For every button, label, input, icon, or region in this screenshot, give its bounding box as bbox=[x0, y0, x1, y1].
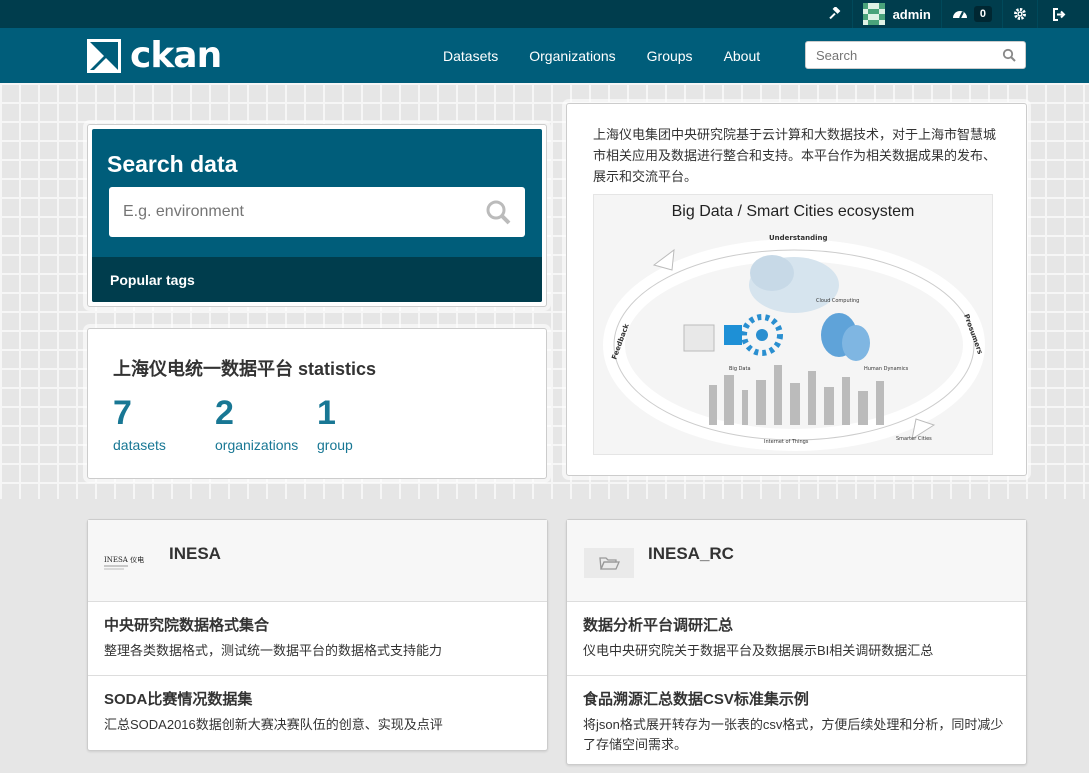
stat-label: datasets bbox=[113, 437, 166, 453]
stats-module: 上海仪电统一数据平台 statistics 7 datasets 2 organ… bbox=[87, 328, 547, 479]
dataset-item[interactable]: 食品溯源汇总数据CSV标准集示例 将json格式展开转存为一张表的csv格式，方… bbox=[567, 676, 1026, 764]
dataset-item[interactable]: SODA比赛情况数据集 汇总SODA2016数据创新大赛决赛队伍的创意、实现及点… bbox=[88, 676, 547, 750]
stat-datasets[interactable]: 7 datasets bbox=[113, 393, 166, 453]
ecosystem-image: Big Data / Smart Cities ecosystem Unders… bbox=[593, 194, 993, 455]
stat-organizations[interactable]: 2 organizations bbox=[215, 393, 298, 453]
dashboard-icon bbox=[952, 11, 967, 19]
logout-link[interactable] bbox=[1037, 0, 1089, 28]
popular-tags-band: Popular tags bbox=[92, 257, 542, 302]
stat-groups[interactable]: 1 group bbox=[317, 393, 353, 453]
dataset-search-input[interactable] bbox=[109, 187, 469, 237]
dataset-description: 整理各类数据格式，测试统一数据平台的数据格式支持能力 bbox=[104, 643, 443, 658]
search-data-module: Search data Popular tags bbox=[87, 124, 547, 307]
ckan-logo-icon bbox=[87, 39, 121, 73]
main-nav: Datasets Organizations Groups About bbox=[443, 28, 791, 83]
sysadmin-link[interactable] bbox=[818, 0, 852, 28]
label-human: Human Dynamics bbox=[864, 366, 909, 372]
header-search bbox=[805, 41, 1026, 69]
stat-value: 1 bbox=[317, 394, 336, 432]
org-card-inesa: INESA 仪电 INESA 中央研究院数据格式集合 整理各类数据格式，测试统一… bbox=[87, 519, 548, 751]
org-name: INESA_RC bbox=[648, 544, 734, 563]
org-logo: INESA 仪电 bbox=[104, 548, 154, 578]
username: admin bbox=[892, 6, 931, 22]
dashboard-count-badge: 0 bbox=[973, 6, 992, 22]
account-bar: admin 0 bbox=[0, 0, 1089, 28]
search-data-title: Search data bbox=[107, 151, 238, 177]
stat-label: organizations bbox=[215, 437, 299, 453]
label-iot: Internet of Things bbox=[764, 439, 809, 445]
logo-text: ckan bbox=[130, 35, 222, 76]
popular-tags-label: Popular tags bbox=[110, 272, 195, 288]
search-icon[interactable] bbox=[485, 199, 511, 225]
nav-organizations[interactable]: Organizations bbox=[529, 48, 615, 64]
label-understanding: Understanding bbox=[769, 234, 828, 242]
label-cloud: Cloud Computing bbox=[816, 298, 859, 304]
org-card-inesa-rc: INESA_RC 数据分析平台调研汇总 仪电中央研究院关于数据平台及数据展示BI… bbox=[566, 519, 1027, 765]
label-bigdata: Big Data bbox=[729, 366, 751, 372]
dataset-title: SODA比赛情况数据集 bbox=[104, 691, 253, 708]
stat-value: 7 bbox=[113, 394, 132, 432]
user-link[interactable]: admin bbox=[851, 0, 941, 28]
nav-about[interactable]: About bbox=[724, 48, 761, 64]
svg-text:INESA 仪电: INESA 仪电 bbox=[104, 555, 144, 564]
stat-value: 2 bbox=[215, 394, 234, 432]
org-header[interactable]: INESA 仪电 INESA bbox=[88, 520, 547, 602]
dataset-item[interactable]: 数据分析平台调研汇总 仪电中央研究院关于数据平台及数据展示BI相关调研数据汇总 bbox=[567, 602, 1026, 676]
dataset-title: 食品溯源汇总数据CSV标准集示例 bbox=[583, 691, 809, 708]
dataset-search bbox=[109, 187, 525, 237]
settings-link[interactable] bbox=[1002, 0, 1037, 28]
dashboard-link[interactable]: 0 bbox=[940, 0, 1002, 28]
org-placeholder-image bbox=[584, 548, 634, 578]
org-header[interactable]: INESA_RC bbox=[567, 520, 1026, 602]
header-search-input[interactable] bbox=[806, 42, 996, 68]
gavel-icon bbox=[828, 7, 840, 20]
intro-module: 上海仪电集团中央研究院基于云计算和大数据技术，对于上海市智慧城市相关应用及数据进… bbox=[566, 103, 1027, 476]
nav-groups[interactable]: Groups bbox=[647, 48, 693, 64]
avatar bbox=[862, 3, 885, 25]
nav-datasets[interactable]: Datasets bbox=[443, 48, 498, 64]
gear-icon bbox=[1014, 8, 1026, 20]
dataset-title: 数据分析平台调研汇总 bbox=[583, 617, 734, 634]
masthead: ckan Datasets Organizations Groups About bbox=[0, 28, 1089, 83]
org-name: INESA bbox=[169, 544, 221, 563]
search-icon[interactable] bbox=[1002, 48, 1016, 62]
dataset-description: 汇总SODA2016数据创新大赛决赛队伍的创意、实现及点评 bbox=[104, 717, 443, 732]
label-smarter: Smarter Cities bbox=[896, 436, 932, 442]
dataset-description: 仪电中央研究院关于数据平台及数据展示BI相关调研数据汇总 bbox=[583, 643, 934, 658]
site-logo[interactable]: ckan bbox=[87, 35, 222, 76]
dataset-title: 中央研究院数据格式集合 bbox=[104, 617, 270, 634]
sign-out-icon bbox=[1053, 7, 1066, 21]
stat-label: group bbox=[317, 437, 353, 453]
stats-title: 上海仪电统一数据平台 statistics bbox=[113, 359, 377, 379]
folder-open-icon bbox=[599, 557, 620, 570]
dataset-description: 将json格式展开转存为一张表的csv格式，方便后续处理和分析，同时减少了存储空… bbox=[583, 717, 1004, 752]
dataset-item[interactable]: 中央研究院数据格式集合 整理各类数据格式，测试统一数据平台的数据格式支持能力 bbox=[88, 602, 547, 676]
intro-text: 上海仪电集团中央研究院基于云计算和大数据技术，对于上海市智慧城市相关应用及数据进… bbox=[593, 127, 997, 184]
